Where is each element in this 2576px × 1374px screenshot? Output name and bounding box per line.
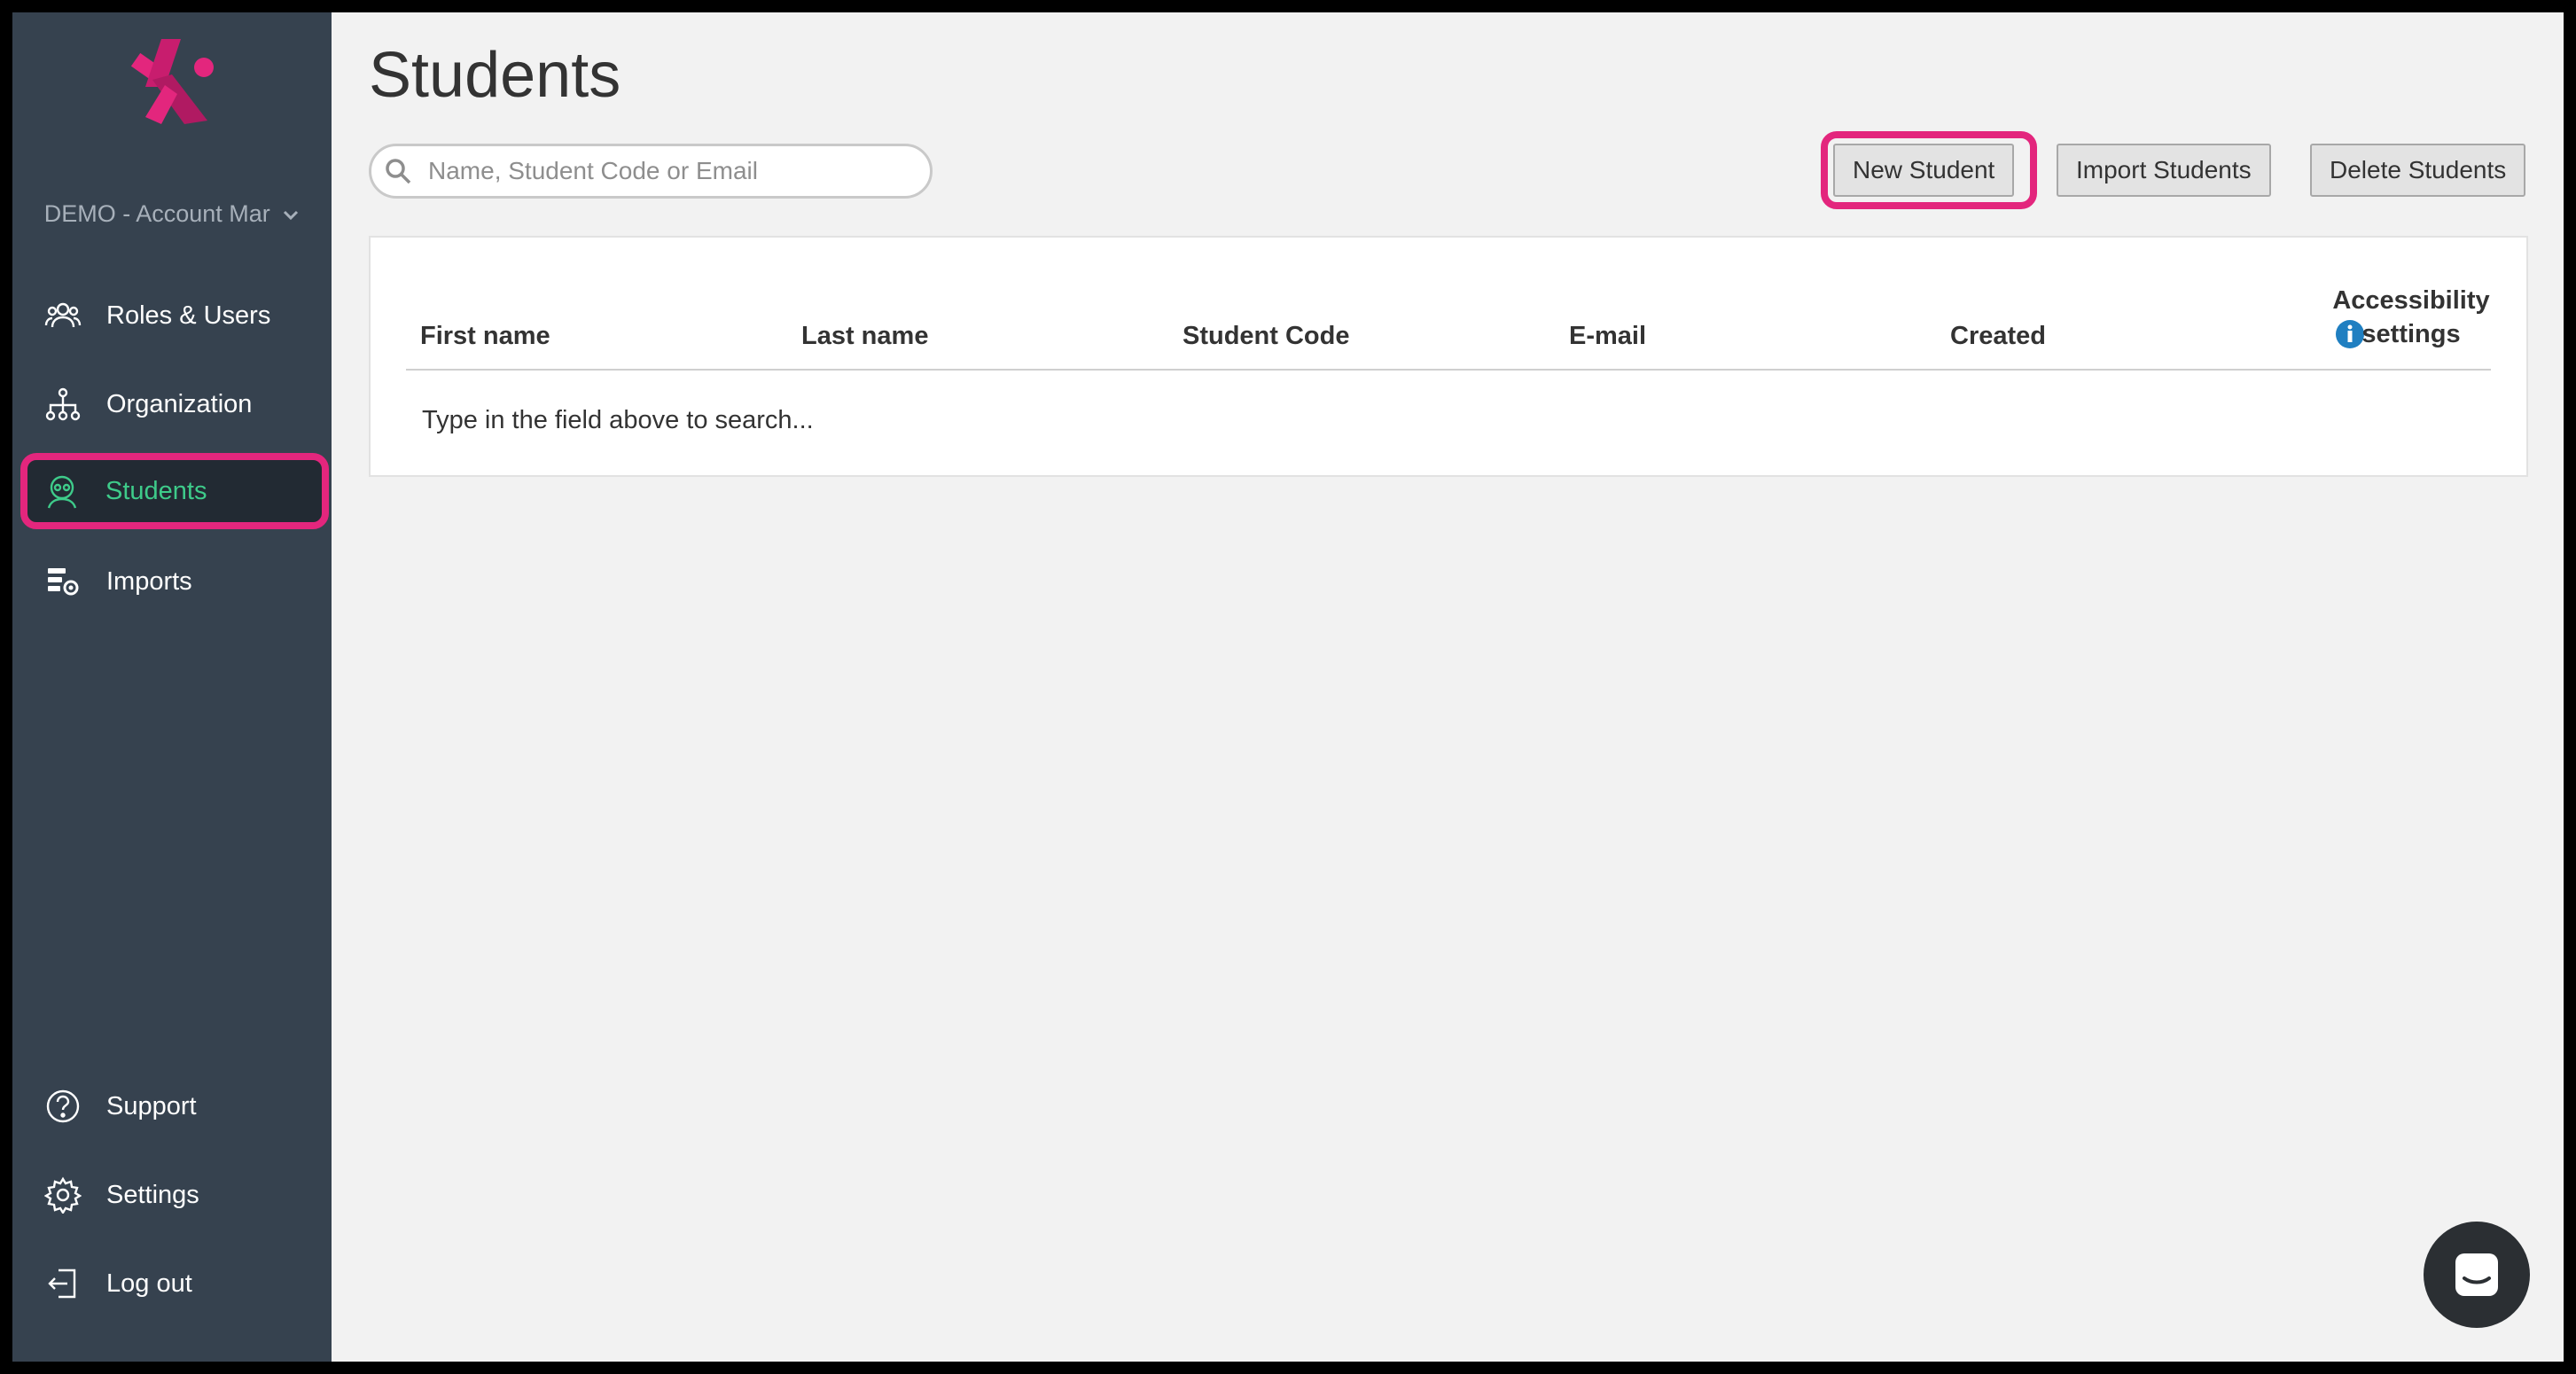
import-students-button[interactable]: Import Students [2057,144,2271,197]
accessibility-line-2: settings [2361,320,2461,348]
table-header: First name Last name Student Code E-mail… [406,284,2491,371]
sidebar-item-label: Log out [106,1269,192,1298]
accessibility-line-1: Accessibility [2332,286,2490,315]
students-table: First name Last name Student Code E-mail… [369,236,2528,477]
search-input[interactable] [426,156,909,186]
column-header-last-name[interactable]: Last name [801,322,928,351]
chat-icon [2455,1253,2498,1296]
search-icon [386,159,411,184]
sidebar: DEMO - Account Mar Roles & Users Organiz… [12,12,332,1362]
sidebar-item-support[interactable]: Support [21,1071,332,1142]
sidebar-item-roles-users[interactable]: Roles & Users [21,280,332,351]
help-icon [46,1089,80,1123]
sidebar-item-students[interactable]: Students [20,453,329,529]
new-student-button[interactable]: New Student [1833,144,2015,197]
column-header-student-code[interactable]: Student Code [1183,322,1350,351]
student-icon [47,475,77,509]
app-window: DEMO - Account Mar Roles & Users Organiz… [12,12,2564,1362]
page-title: Students [369,40,621,111]
sidebar-item-label: Organization [106,389,253,418]
account-selector[interactable]: DEMO - Account Mar [12,200,332,228]
sidebar-item-label: Imports [106,566,192,596]
users-icon [44,302,82,328]
chat-launcher-button[interactable] [2424,1222,2530,1328]
sidebar-item-organization[interactable]: Organization [21,369,332,440]
sidebar-item-label: Roles & Users [106,301,271,330]
sidebar-item-label: Students [105,476,207,505]
search-box[interactable] [369,144,933,199]
brand-logo-icon[interactable] [126,35,225,128]
empty-state-text: Type in the field above to search... [422,406,814,434]
column-header-first-name[interactable]: First name [420,322,550,351]
chevron-down-icon [284,210,299,220]
sidebar-item-label: Settings [106,1180,199,1209]
sidebar-item-logout[interactable]: Log out [21,1248,332,1319]
logout-icon [48,1269,76,1299]
org-chart-icon [45,387,81,421]
column-header-accessibility: Accessibility settings [2331,284,2491,351]
column-header-email[interactable]: E-mail [1569,322,1646,351]
gear-icon [44,1176,82,1214]
sidebar-item-label: Support [106,1091,197,1120]
account-label: DEMO - Account Mar [43,200,270,227]
main-content [332,12,2564,1362]
delete-students-button[interactable]: Delete Students [2310,144,2526,197]
sidebar-item-imports[interactable]: Imports [21,546,332,617]
sidebar-item-settings[interactable]: Settings [21,1159,332,1230]
column-header-created[interactable]: Created [1950,322,2046,351]
import-settings-icon [48,568,79,596]
